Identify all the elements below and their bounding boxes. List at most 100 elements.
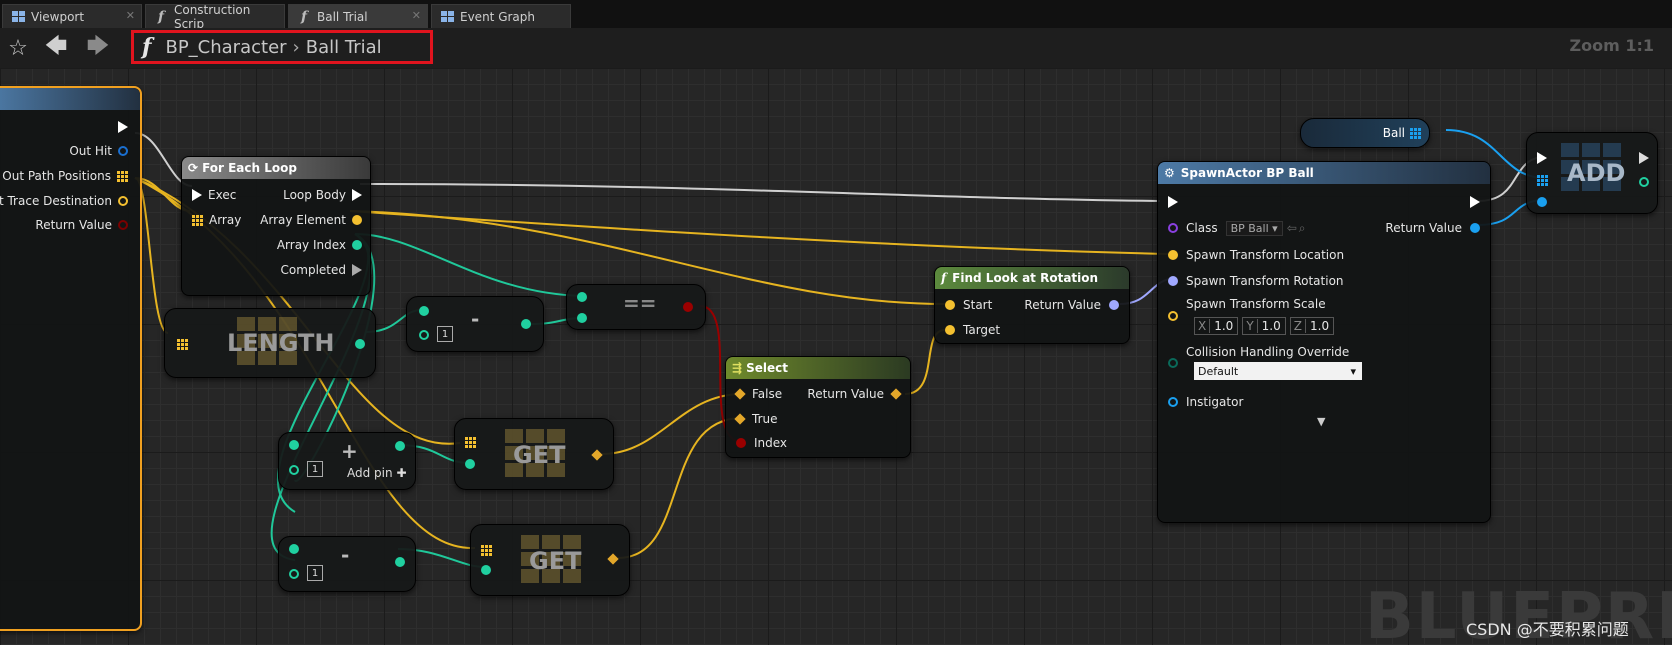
pin-a[interactable] [289, 440, 299, 450]
value-field[interactable]: 1 [307, 461, 323, 477]
pin-out[interactable] [607, 553, 619, 565]
array-pin-icon[interactable] [177, 339, 188, 350]
function-entry-node[interactable]: Out Hit Out Path Positions st Trace Dest… [0, 86, 142, 631]
add-pin-button[interactable]: Add pin ✚ [347, 466, 407, 480]
pin-bool-out[interactable] [683, 302, 693, 312]
pin-target[interactable]: Target [945, 321, 1000, 339]
pin-location[interactable]: Spawn Transform Location [1168, 246, 1344, 264]
graph-canvas[interactable]: Out Hit Out Path Positions st Trace Dest… [0, 68, 1672, 645]
pin-label: Return Value [35, 218, 112, 232]
node-title: SpawnActor BP Ball [1180, 166, 1314, 180]
pin-b[interactable] [419, 330, 429, 340]
ball-variable-node[interactable]: Ball [1300, 118, 1430, 148]
pin-exec-in[interactable] [1537, 152, 1547, 164]
tab-ball-trial[interactable]: f Ball Trial ✕ [288, 4, 428, 28]
subtract-node-1[interactable]: 1 - [406, 296, 544, 352]
expand-chevron-icon[interactable]: ▼ [1317, 415, 1325, 428]
pin-out[interactable] [395, 441, 405, 451]
array-pin-icon[interactable] [465, 437, 476, 448]
equal-node[interactable]: == [566, 284, 706, 330]
pin-exec-out[interactable] [1470, 193, 1480, 211]
scale-x-field[interactable]: X 1.0 [1194, 317, 1239, 335]
pin-b[interactable] [289, 569, 299, 579]
tab-event-graph[interactable]: Event Graph [431, 4, 571, 28]
add-int-node[interactable]: 1 + Add pin ✚ [278, 432, 416, 490]
pin-exec-in[interactable] [1168, 193, 1178, 211]
pin-last-trace-destination[interactable]: st Trace Destination [0, 192, 128, 210]
scale-z-field[interactable]: Z 1.0 [1289, 317, 1335, 335]
pin-a[interactable] [289, 544, 299, 554]
pin-index[interactable] [481, 565, 491, 575]
close-icon[interactable]: ✕ [412, 9, 421, 22]
chevron-right-icon: › [292, 36, 300, 58]
get-node-2[interactable]: GET [470, 524, 630, 596]
forward-arrow-icon[interactable]: 🡆 [84, 34, 112, 62]
pin-b[interactable] [577, 313, 587, 323]
pin-exec-out[interactable] [1639, 152, 1649, 164]
scale-y-field[interactable]: Y 1.0 [1242, 317, 1286, 335]
variable-label: Ball [1382, 126, 1405, 140]
pin-out-path-positions[interactable]: Out Path Positions [2, 167, 128, 185]
array-pin-icon[interactable] [481, 545, 492, 556]
pin-class[interactable]: Class BP Ball ▾ ⇦ ⌕ [1168, 219, 1305, 237]
viewport-icon [11, 10, 25, 24]
pin-scale[interactable]: Spawn Transform Scale [1168, 295, 1326, 321]
pin-index[interactable]: Index [736, 434, 787, 452]
pin-exec[interactable]: Exec [192, 186, 236, 204]
collision-dropdown[interactable]: Default ▾ [1194, 362, 1362, 380]
spawn-actor-node[interactable]: ⚙ SpawnActor BP Ball Class BP Ball ▾ ⇦ ⌕… [1157, 161, 1491, 523]
pin-false[interactable]: False [734, 385, 782, 403]
value-field[interactable]: 1 [437, 326, 453, 342]
subtract-node-2[interactable]: 1 - [278, 536, 416, 592]
array-pin-icon [117, 170, 128, 182]
for-each-loop-node[interactable]: ⟳ For Each Loop Exec Array Loop Body Arr… [181, 156, 371, 296]
pin-loop-body[interactable]: Loop Body [283, 186, 362, 204]
pin-new-item[interactable] [1537, 197, 1547, 207]
pin-a[interactable] [577, 292, 587, 302]
pin-start[interactable]: Start [945, 296, 992, 314]
length-node[interactable]: LENGTH [164, 308, 376, 378]
pin-index-out[interactable] [1639, 177, 1649, 187]
pin-completed[interactable]: Completed [281, 261, 362, 279]
breadcrumb-root[interactable]: BP_Character [165, 37, 286, 58]
close-icon[interactable]: ✕ [126, 9, 135, 22]
tab-label: Viewport [31, 9, 85, 24]
pin-return[interactable]: Return Value [1385, 219, 1480, 237]
pin-return[interactable]: Return Value [807, 385, 902, 403]
breadcrumb-current[interactable]: Ball Trial [306, 37, 382, 58]
pin-array-element[interactable]: Array Element [260, 211, 362, 229]
pin-label: Collision Handling Override [1186, 345, 1350, 359]
browse-search-icon[interactable]: ⌕ [1299, 221, 1306, 236]
back-arrow-icon[interactable]: 🡄 [42, 34, 70, 62]
array-pin-icon[interactable] [1410, 128, 1421, 139]
pin-true[interactable]: True [734, 410, 778, 428]
pin-array-index[interactable]: Array Index [277, 236, 362, 254]
pin-collision-handling[interactable]: Collision Handling Override [1168, 343, 1350, 368]
tab-construction-script[interactable]: f Construction Scrip [145, 3, 285, 31]
pin-return-value[interactable]: Return Value [35, 216, 128, 234]
pin-out[interactable] [395, 557, 405, 567]
pin-out[interactable] [521, 319, 531, 329]
class-dropdown[interactable]: BP Ball ▾ [1225, 220, 1283, 236]
use-selected-icon[interactable]: ⇦ [1287, 221, 1297, 235]
pin-return[interactable]: Return Value [1024, 296, 1119, 314]
pin-array[interactable]: Array [192, 211, 241, 229]
entry-exec-pin[interactable] [118, 118, 128, 136]
pin-index[interactable] [465, 459, 475, 469]
pin-b[interactable] [289, 465, 299, 475]
pin-out[interactable] [591, 449, 603, 461]
array-add-node[interactable]: ADD [1526, 132, 1658, 214]
favorite-star-icon[interactable]: ☆ [4, 34, 32, 62]
value-field[interactable]: 1 [307, 565, 323, 581]
axis-label: X [1195, 319, 1211, 333]
pin-out-hit[interactable]: Out Hit [69, 142, 128, 160]
tab-viewport[interactable]: Viewport ✕ [2, 4, 142, 28]
select-node[interactable]: ⇶ Select False True Index Return Value [725, 356, 911, 458]
pin-length-out[interactable] [355, 339, 365, 349]
pin-a[interactable] [419, 306, 429, 316]
get-node-1[interactable]: GET [454, 418, 614, 490]
find-look-at-rotation-node[interactable]: f Find Look at Rotation Start Target Ret… [934, 266, 1130, 344]
pin-rotation[interactable]: Spawn Transform Rotation [1168, 272, 1344, 290]
array-pin-icon[interactable] [1537, 175, 1548, 186]
pin-instigator[interactable]: Instigator [1168, 393, 1243, 411]
